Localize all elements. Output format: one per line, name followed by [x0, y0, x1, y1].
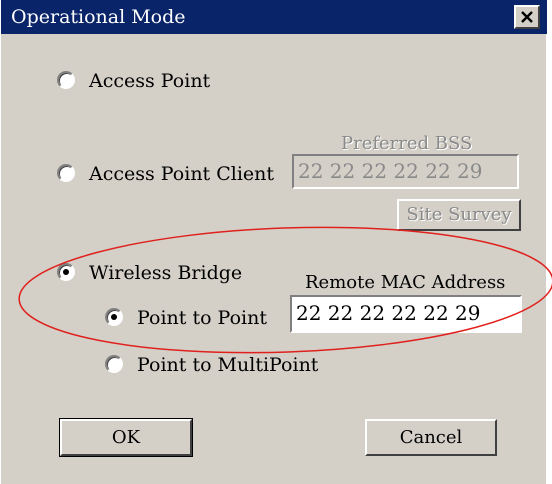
close-icon	[521, 11, 533, 23]
title-bar[interactable]: Operational Mode	[1, 0, 547, 34]
point-to-point-label: Point to Point	[137, 307, 267, 329]
wireless-bridge-option[interactable]: Wireless Bridge	[57, 262, 257, 284]
site-survey-button[interactable]: Site Survey	[397, 199, 521, 231]
point-to-multipoint-radio[interactable]	[105, 355, 123, 373]
operational-mode-dialog: Operational Mode Access Point Preferred …	[0, 0, 552, 484]
point-to-multipoint-label: Point to MultiPoint	[137, 354, 319, 376]
remote-mac-label: Remote MAC Address	[305, 272, 506, 293]
remote-mac-field[interactable]: 22 22 22 22 22 29	[290, 295, 522, 333]
access-point-option[interactable]: Access Point	[57, 70, 257, 92]
point-to-point-radio[interactable]	[105, 308, 123, 326]
access-point-client-option[interactable]: Access Point Client	[57, 163, 287, 185]
close-button[interactable]	[514, 5, 540, 29]
wireless-bridge-radio[interactable]	[57, 263, 75, 281]
point-to-multipoint-option[interactable]: Point to MultiPoint	[105, 354, 325, 376]
window-title: Operational Mode	[11, 6, 186, 28]
point-to-point-option[interactable]: Point to Point	[105, 307, 285, 329]
access-point-client-radio[interactable]	[57, 164, 75, 182]
access-point-client-label: Access Point Client	[89, 163, 275, 185]
preferred-bss-field[interactable]: 22 22 22 22 22 29	[292, 154, 519, 189]
ok-button[interactable]: OK	[59, 418, 193, 457]
preferred-bss-label: Preferred BSS	[341, 133, 473, 154]
cancel-button[interactable]: Cancel	[365, 419, 497, 456]
access-point-radio[interactable]	[57, 71, 75, 89]
wireless-bridge-label: Wireless Bridge	[89, 262, 243, 284]
access-point-label: Access Point	[89, 70, 211, 92]
